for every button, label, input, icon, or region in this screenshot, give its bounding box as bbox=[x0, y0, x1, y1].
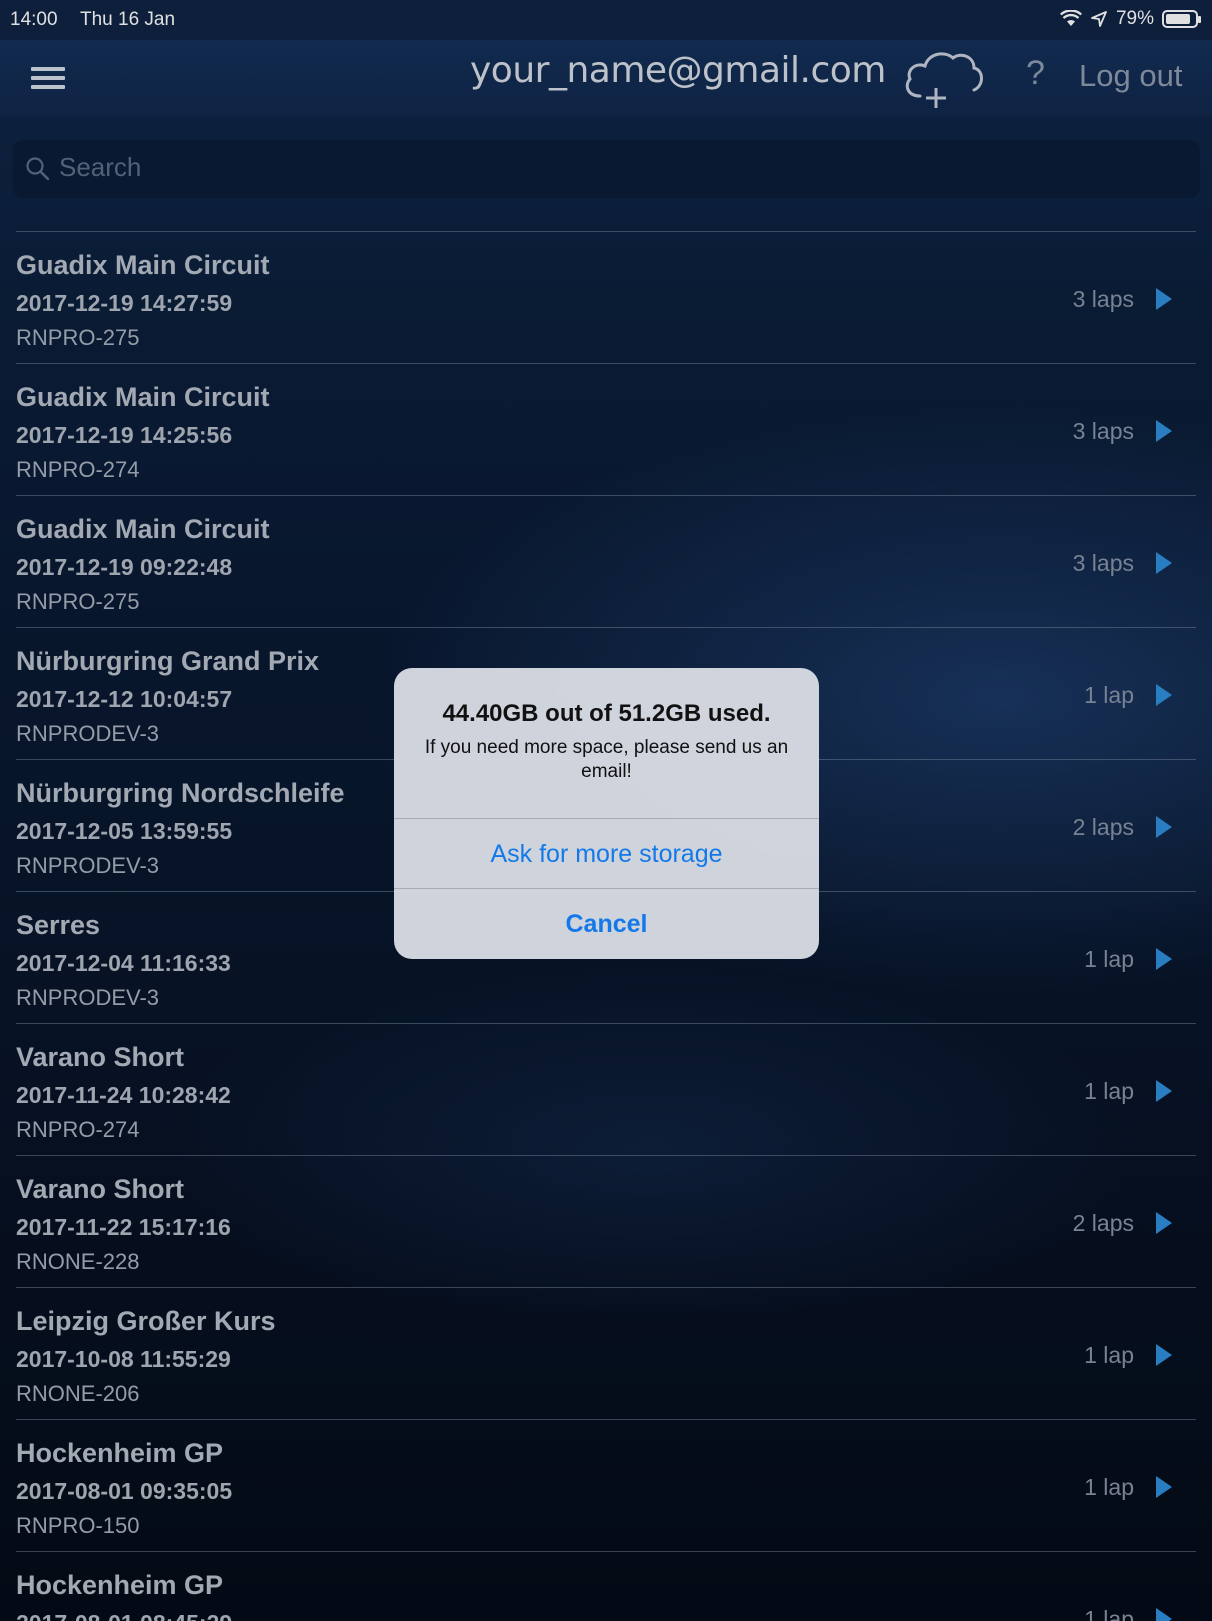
alert-title: 44.40GB out of 51.2GB used. bbox=[442, 700, 771, 727]
ask-more-storage-button[interactable]: Ask for more storage bbox=[394, 818, 819, 888]
alert-message: If you need more space, please send us a… bbox=[424, 737, 789, 782]
storage-alert-dialog: 44.40GB out of 51.2GB used. If you need … bbox=[394, 668, 819, 959]
cancel-button[interactable]: Cancel bbox=[394, 888, 819, 958]
